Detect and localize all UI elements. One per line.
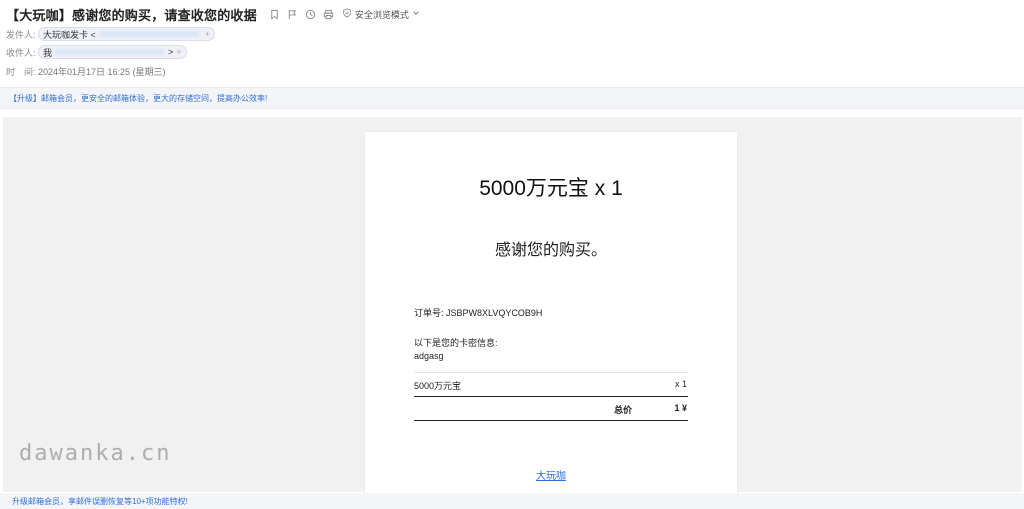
flag-icon[interactable]: [287, 9, 298, 20]
time-label: 时 间:: [6, 66, 36, 77]
product-title: 5000万元宝 x 1: [479, 177, 623, 200]
mail-header: 【大玩咖】感谢您的购买，请查收您的收据 安全浏览模式 发件人: 大玩咖发卡 < …: [0, 0, 1024, 86]
add-sender-icon[interactable]: +: [205, 29, 210, 39]
clock-icon[interactable]: [305, 9, 316, 20]
thanks-message: 感谢您的购买。: [494, 242, 607, 259]
shield-icon: [342, 8, 352, 20]
safe-browse-label: 安全浏览模式: [354, 9, 409, 20]
time-row: 时 间: 2024年01月17日 16:25 (星期三): [6, 64, 166, 78]
add-recipient-icon[interactable]: +: [176, 47, 181, 57]
card-info-value: adgasg: [414, 351, 444, 361]
divider: [414, 372, 688, 373]
sender-address-redacted: [98, 31, 199, 37]
upgrade-banner[interactable]: 【升级】邮箱会员，更安全的邮箱体验，更大的存储空间，提高办公效率!: [0, 87, 1024, 109]
shop-link[interactable]: 大玩咖: [365, 467, 737, 482]
safe-browse-toggle[interactable]: 安全浏览模式: [342, 8, 420, 21]
recipient-name: 我: [43, 47, 53, 58]
from-label: 发件人:: [6, 29, 36, 40]
bookmark-icon[interactable]: [269, 9, 280, 20]
from-row: 发件人: 大玩咖发卡 < +: [6, 27, 216, 41]
total-label: 总价: [614, 405, 633, 415]
to-row: 收件人: 我 > +: [6, 45, 187, 59]
order-label: 订单号:: [414, 308, 444, 318]
order-value: JSBPW8XLVQYCOB9H: [446, 308, 543, 318]
divider: [414, 396, 688, 397]
mail-time: 2024年01月17日 16:25 (星期三): [38, 66, 166, 77]
sender-name: 大玩咖发卡 <: [43, 29, 96, 40]
bottom-banner-text[interactable]: 升级邮箱会员，享邮件误删恢复等10+项功能特权!: [12, 496, 188, 507]
watermark: dawanka.cn: [19, 441, 172, 466]
item-quantity: x 1: [674, 379, 687, 389]
sender-chip[interactable]: 大玩咖发卡 < +: [38, 27, 216, 41]
bottom-banner[interactable]: 升级邮箱会员，享邮件误删恢复等10+项功能特权!: [0, 493, 1024, 509]
upgrade-banner-text[interactable]: 【升级】邮箱会员，更安全的邮箱体验，更大的存储空间，提高办公效率!: [9, 93, 267, 104]
divider: [414, 420, 688, 421]
mail-toolbar: [269, 9, 334, 20]
total-value: 1 ¥: [674, 403, 687, 413]
card-info-label: 以下是您的卡密信息:: [414, 338, 498, 348]
recipient-chip[interactable]: 我 > +: [38, 45, 187, 59]
print-icon[interactable]: [323, 9, 334, 20]
chevron-down-icon: [412, 9, 420, 19]
mail-subject: 【大玩咖】感谢您的购买，请查收您的收据: [6, 7, 257, 23]
recipient-tail: >: [168, 47, 174, 57]
to-label: 收件人:: [6, 47, 36, 58]
item-name: 5000万元宝: [414, 381, 462, 391]
mail-body: 5000万元宝 x 1 感谢您的购买。 订单号: JSBPW8XLVQYCOB9…: [3, 117, 1022, 494]
receipt-card: 5000万元宝 x 1 感谢您的购买。 订单号: JSBPW8XLVQYCOB9…: [364, 131, 738, 494]
recipient-address-redacted: [55, 49, 166, 55]
order-number: 订单号: JSBPW8XLVQYCOB9H: [414, 306, 542, 319]
subject-row: 【大玩咖】感谢您的购买，请查收您的收据 安全浏览模式: [6, 5, 420, 23]
